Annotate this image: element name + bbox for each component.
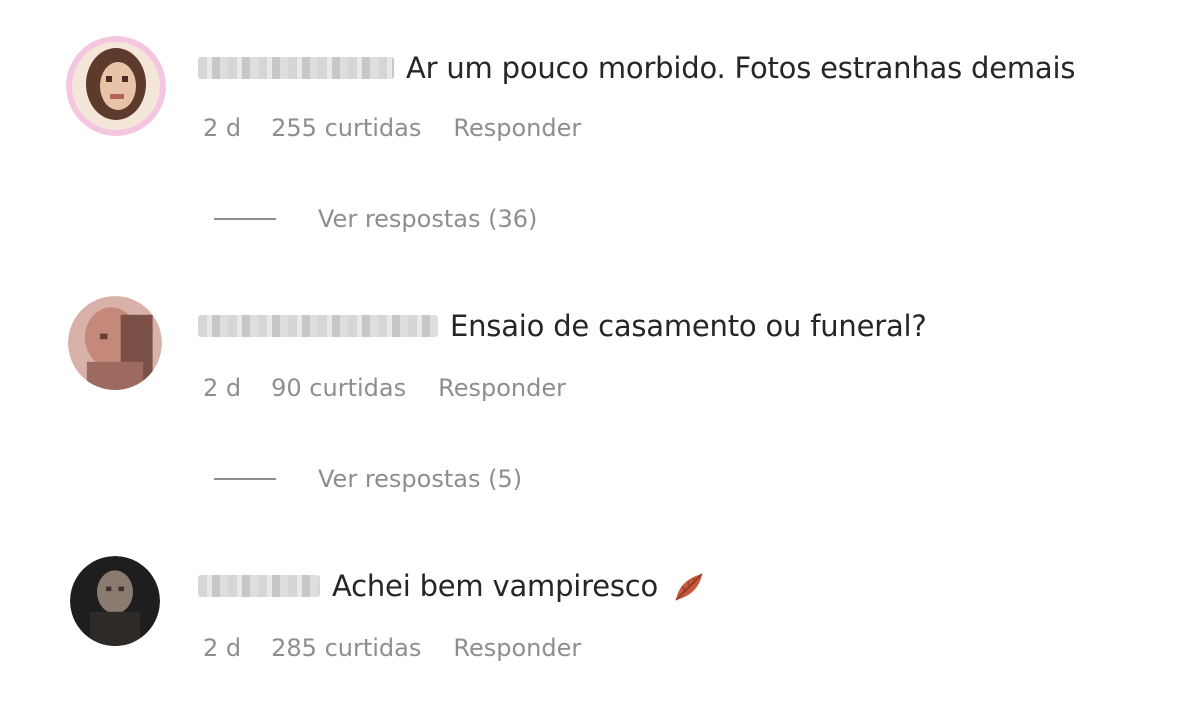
comment-likes[interactable]: 255 curtidas xyxy=(271,114,421,142)
avatar[interactable] xyxy=(66,36,166,136)
comment-meta: 2 d 285 curtidas Responder xyxy=(203,632,581,664)
avatar-image-icon xyxy=(68,296,162,390)
comment-text: Ensaio de casamento ou funeral? xyxy=(450,309,927,343)
view-replies-button[interactable]: Ver respostas (5) xyxy=(214,462,522,496)
view-replies-label: Ver respostas (5) xyxy=(318,465,523,493)
comment-likes[interactable]: 90 curtidas xyxy=(271,374,406,402)
username-blurred[interactable] xyxy=(198,57,394,79)
username-blurred[interactable] xyxy=(198,575,320,597)
view-replies-button[interactable]: Ver respostas (36) xyxy=(214,202,537,236)
comment-time[interactable]: 2 d xyxy=(203,114,241,142)
comment-time[interactable]: 2 d xyxy=(203,634,241,662)
comment-likes[interactable]: 285 curtidas xyxy=(271,634,421,662)
avatar[interactable] xyxy=(70,556,160,646)
divider-dash xyxy=(214,218,276,220)
avatar-image-icon xyxy=(70,556,160,646)
comment-body: Ensaio de casamento ou funeral? xyxy=(198,306,927,346)
avatar-image-icon xyxy=(66,36,166,136)
reply-button[interactable]: Responder xyxy=(438,374,566,402)
reply-button[interactable]: Responder xyxy=(453,114,581,142)
comment-meta: 2 d 255 curtidas Responder xyxy=(203,112,581,144)
comment-meta: 2 d 90 curtidas Responder xyxy=(203,372,566,404)
reply-button[interactable]: Responder xyxy=(453,634,581,662)
avatar[interactable] xyxy=(68,296,162,390)
fallen-leaf-icon xyxy=(672,568,708,604)
divider-dash xyxy=(214,478,276,480)
comment-time[interactable]: 2 d xyxy=(203,374,241,402)
comment-text: Achei bem vampiresco xyxy=(332,569,659,603)
comment-body: Achei bem vampiresco xyxy=(198,564,708,608)
comments-feed: Ar um pouco morbido. Fotos estranhas dem… xyxy=(0,0,1200,706)
view-replies-label: Ver respostas (36) xyxy=(318,205,538,233)
comment-text: Ar um pouco morbido. Fotos estranhas dem… xyxy=(406,51,1076,85)
username-blurred[interactable] xyxy=(198,315,438,337)
comment-body: Ar um pouco morbido. Fotos estranhas dem… xyxy=(198,48,1075,88)
